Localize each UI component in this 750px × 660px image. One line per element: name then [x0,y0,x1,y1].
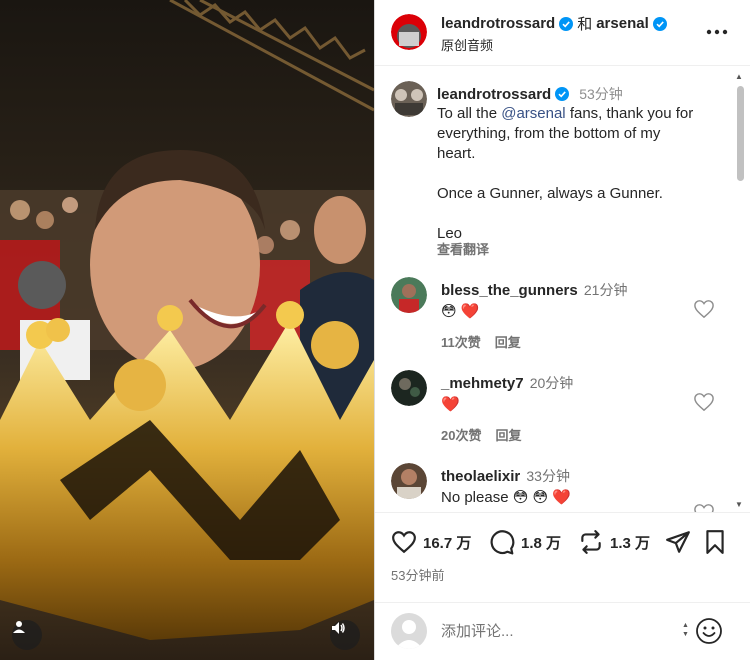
comment-time: 33分钟 [526,468,570,484]
emoji-icon[interactable] [695,617,723,645]
current-user-avatar [391,613,427,649]
commenter-avatar[interactable] [391,370,427,406]
comment-item: bless_the_gunners 21分钟 😳 ❤️ 11次赞 回复 [375,277,735,367]
heart-icon[interactable] [693,392,715,412]
caption-text-rest: fans, thank you for everything, from the… [437,105,694,242]
like-button[interactable]: 16.7 万 [391,529,471,555]
reply-button[interactable]: 回复 [495,425,521,444]
more-options-button[interactable] [705,22,729,42]
comments-section[interactable]: leandrotrossard 53分钟 To all the @arsenal… [375,67,750,512]
comments-count: 1.8 万 [521,534,562,552]
post-details-panel: leandrotrossard 和 arsenal 原创音频 leandrotr… [375,0,750,660]
author-connector: 和 [577,16,593,33]
comments-scrollbar[interactable]: ▲ ▼ [735,72,745,512]
author-avatar[interactable] [391,14,427,50]
comment-meta: 11次赞 回复 [441,332,521,351]
save-button[interactable] [702,529,728,555]
commenter-username[interactable]: theolaelixir [441,468,520,485]
person-icon [13,621,25,633]
video-frame [0,0,374,640]
comment-text: ❤️ [441,396,460,413]
speaker-icon [332,622,345,634]
caption-text-start: To all the [437,105,502,122]
commenter-username[interactable]: bless_the_gunners [441,282,578,299]
post-header: leandrotrossard 和 arsenal 原创音频 [375,0,750,66]
repost-icon [581,530,601,554]
verified-badge-icon [652,16,667,31]
more-horizontal-icon [706,29,728,35]
scrollbar-thumb[interactable] [737,86,744,181]
reply-button[interactable]: 回复 [495,332,521,351]
comment-likes-count[interactable]: 11次赞 [441,332,481,351]
share-button[interactable] [665,529,691,555]
comment-bubble-icon [490,530,515,555]
heart-icon [392,531,416,554]
mention-link[interactable]: @arsenal [501,105,565,122]
scroll-up-arrow-icon[interactable]: ▲ [735,72,743,81]
audio-toggle-button[interactable] [330,620,360,650]
heart-icon[interactable] [693,299,715,319]
likes-count: 16.7 万 [423,534,472,552]
commenter-avatar[interactable] [391,463,427,499]
verified-badge-icon [555,87,570,101]
comment-item: _mehmety7 20分钟 ❤️ 20次赞 回复 [375,370,735,460]
caption-text: To all the @arsenal fans, thank you for … [437,104,702,244]
comment-time: 21分钟 [583,282,628,298]
comment-likes-count[interactable]: 20次赞 [441,425,481,444]
reposts-count: 1.3 万 [610,534,651,552]
collaborator-username[interactable]: arsenal [596,15,649,32]
audio-label[interactable]: 原创音频 [441,35,493,54]
see-translation-button[interactable]: 查看翻译 [437,239,489,258]
comment-input[interactable] [441,619,671,643]
caption-header: leandrotrossard 53分钟 [437,84,623,104]
scroll-down-arrow-icon[interactable]: ▼ [735,500,743,509]
author-username[interactable]: leandrotrossard [441,15,555,32]
add-comment-bar: ▲▼ [375,602,750,660]
input-stepper[interactable]: ▲ ▼ [682,621,689,639]
comment-header: bless_the_gunners 21分钟 [441,280,627,300]
caption-username[interactable]: leandrotrossard [437,86,551,103]
bookmark-icon [706,530,724,554]
post-actions: 16.7 万 1.8 万 1.3 万 53分钟前 [375,512,750,602]
repost-button[interactable]: 1.3 万 [578,529,650,555]
comment-time: 20分钟 [529,375,574,391]
comment-text: No please 😳 😳 ❤️ [441,489,571,506]
commenter-avatar[interactable] [391,277,427,313]
comment-button[interactable]: 1.8 万 [489,529,561,555]
posted-time[interactable]: 53分钟前 [391,565,444,584]
post-authors: leandrotrossard 和 arsenal [441,13,667,34]
caption-time: 53分钟 [579,86,623,102]
send-icon [666,531,690,553]
comment-header: theolaelixir 33分钟 [441,466,570,486]
comment-meta: 20次赞 回复 [441,425,521,444]
tagged-users-button[interactable] [12,620,42,650]
post-video[interactable] [0,0,374,660]
comment-header: _mehmety7 20分钟 [441,373,573,393]
comment-text: 😳 ❤️ [441,303,480,320]
heart-icon[interactable] [693,503,715,512]
commenter-username[interactable]: _mehmety7 [441,375,524,392]
caption-avatar[interactable] [391,81,427,117]
verified-badge-icon [559,16,574,31]
comment-item: theolaelixir 33分钟 No please 😳 😳 ❤️ [375,463,735,512]
